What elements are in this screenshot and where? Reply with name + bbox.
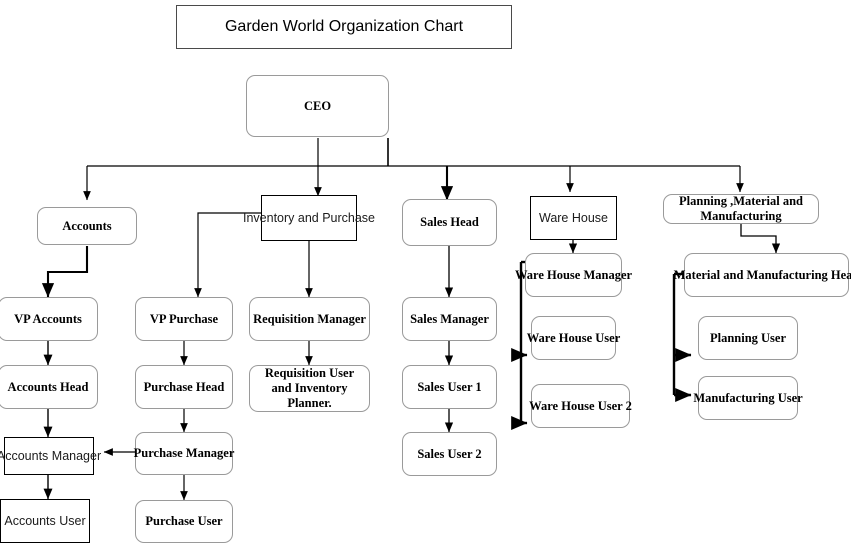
node-purchase-manager[interactable]: Purchase Manager (133, 432, 235, 475)
node-requisition-manager[interactable]: Requisition Manager (249, 297, 370, 341)
node-accounts-label: Accounts (62, 218, 112, 233)
node-vp-accounts[interactable]: VP Accounts (0, 297, 98, 341)
node-manufacturing-user-label: Manufacturing User (693, 390, 803, 405)
node-purchase-manager-label: Purchase Manager (133, 446, 235, 461)
node-requisition-manager-label: Requisition Manager (253, 311, 366, 326)
node-requisition-user-inventory-planner-label: Requisition User and Inventory Planner. (264, 366, 355, 410)
node-vp-purchase[interactable]: VP Purchase (135, 297, 233, 341)
node-sales-manager[interactable]: Sales Manager (402, 297, 497, 341)
node-material-and-manufacturing-head[interactable]: Material and Manufacturing Head (674, 253, 851, 297)
node-planning-user-label: Planning User (709, 330, 787, 345)
node-ware-house-label: Ware House (538, 210, 608, 225)
node-planning-material-manufacturing[interactable]: Planning ,Material and Manufacturing (663, 194, 819, 224)
node-ceo[interactable]: CEO (246, 75, 389, 137)
node-accounts[interactable]: Accounts (37, 207, 137, 245)
node-ware-house-user-2-label: Ware House User 2 (529, 398, 632, 413)
node-sales-head-label: Sales Head (420, 215, 479, 230)
node-vp-accounts-label: VP Accounts (14, 311, 82, 326)
chart-title-box: Garden World Organization Chart (176, 5, 512, 49)
node-requisition-user-inventory-planner[interactable]: Requisition User and Inventory Planner. (249, 365, 370, 412)
node-manufacturing-user[interactable]: Manufacturing User (693, 376, 803, 420)
node-material-and-manufacturing-head-label: Material and Manufacturing Head (673, 267, 851, 282)
chart-title-label: Garden World Organization Chart (224, 18, 464, 35)
node-accounts-user-label: Accounts User (4, 513, 86, 528)
org-chart-canvas: Garden World Organization Chart CEO Acco… (0, 0, 851, 546)
node-accounts-head-label: Accounts Head (7, 379, 89, 394)
node-accounts-manager-label: Accounts Manager (0, 448, 102, 463)
node-ware-house-manager-label: Ware House Manager (514, 267, 633, 282)
node-planning-user[interactable]: Planning User (698, 316, 798, 360)
node-ware-house-manager[interactable]: Ware House Manager (515, 253, 632, 297)
node-inventory-and-purchase[interactable]: Inventory and Purchase (243, 195, 375, 241)
node-sales-user-2[interactable]: Sales User 2 (402, 432, 497, 476)
node-ware-house[interactable]: Ware House (530, 196, 617, 240)
node-sales-manager-label: Sales Manager (410, 311, 489, 326)
node-ware-house-user-2[interactable]: Ware House User 2 (529, 384, 632, 428)
node-accounts-user[interactable]: Accounts User (0, 499, 90, 543)
node-inventory-and-purchase-label: Inventory and Purchase (242, 210, 376, 225)
node-ware-house-user-label: Ware House User (526, 330, 621, 345)
node-sales-user-1-label: Sales User 1 (417, 379, 482, 394)
node-sales-user-1[interactable]: Sales User 1 (402, 365, 497, 409)
node-vp-purchase-label: VP Purchase (149, 311, 219, 326)
node-sales-user-2-label: Sales User 2 (417, 446, 482, 461)
node-sales-head[interactable]: Sales Head (402, 199, 497, 246)
node-purchase-head[interactable]: Purchase Head (135, 365, 233, 409)
node-ware-house-user[interactable]: Ware House User (527, 316, 620, 360)
node-accounts-head[interactable]: Accounts Head (0, 365, 98, 409)
node-planning-material-manufacturing-label: Planning ,Material and Manufacturing (679, 194, 803, 223)
node-purchase-user[interactable]: Purchase User (135, 500, 233, 543)
node-purchase-user-label: Purchase User (145, 514, 223, 529)
node-accounts-manager[interactable]: Accounts Manager (0, 437, 101, 475)
node-ceo-label: CEO (303, 98, 332, 113)
node-purchase-head-label: Purchase Head (143, 379, 225, 394)
